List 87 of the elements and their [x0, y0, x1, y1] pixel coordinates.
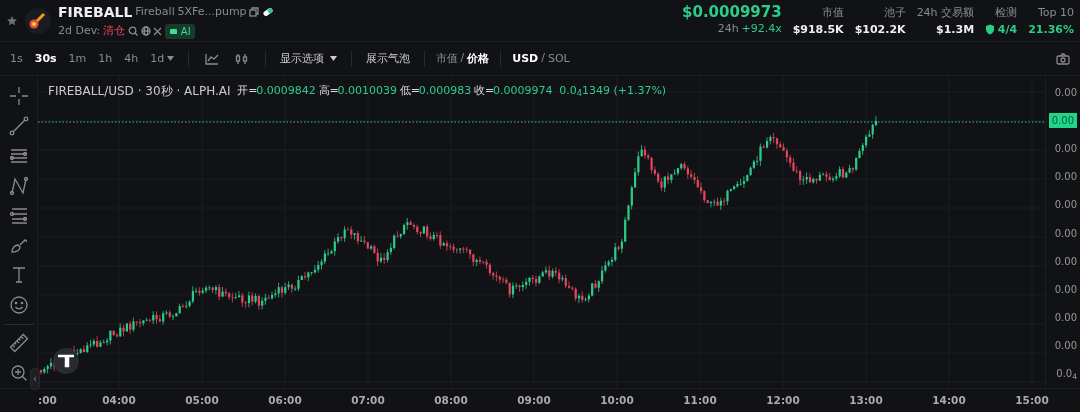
ohlc-value: 0.0009974: [492, 82, 553, 99]
pill-icon: [262, 7, 275, 18]
dev-status: 清仓: [103, 22, 126, 39]
change-label: 24h: [717, 21, 739, 37]
token-symbol: FIREBALL: [58, 2, 133, 22]
bubbles-button[interactable]: 展示气泡: [359, 49, 416, 68]
stat-label: 市值: [821, 5, 844, 21]
interval-tab[interactable]: 1m: [62, 49, 93, 68]
stat-label: 24h 交易额: [916, 5, 975, 21]
globe-icon[interactable]: [140, 26, 151, 36]
time-tick: 07:00: [351, 393, 385, 406]
price-tick: 0.00: [1054, 198, 1077, 213]
time-tick: 12:00: [766, 393, 800, 406]
chart-title: FIREBALL/USD · 30秒 · ALPH.AI: [48, 83, 231, 100]
indicator-icon[interactable]: [205, 52, 219, 65]
ohlc-value: 0.0010039: [337, 82, 397, 99]
time-tick: :00: [38, 393, 57, 406]
interval-tab[interactable]: 1d: [144, 49, 180, 68]
search-icon[interactable]: [127, 26, 138, 36]
display-options-dropdown[interactable]: 显示选项: [274, 49, 343, 68]
stat-value: $1.3M: [936, 21, 975, 38]
current-price-tag: 0.00: [1048, 112, 1077, 128]
caret-icon: [329, 56, 337, 61]
stat-label: 检测: [995, 5, 1018, 21]
price-change: +92.4x: [741, 21, 782, 37]
logo-icon: [53, 348, 79, 374]
emoji-icon[interactable]: [8, 294, 29, 315]
time-tick: 09:00: [517, 393, 551, 406]
time-tick: 06:00: [268, 393, 302, 406]
ohlc-label: 开=: [237, 82, 258, 99]
collapse-button[interactable]: ‹: [30, 368, 40, 390]
crosshair-icon[interactable]: [8, 86, 29, 107]
price-tick: 0.00: [1054, 141, 1077, 156]
price-tick: 0.00: [1054, 311, 1077, 326]
interval-tab[interactable]: 30s: [28, 49, 63, 68]
time-tick: 04:00: [102, 393, 136, 406]
price-tick: 0.00: [1054, 282, 1077, 297]
stat-value: $102.2K: [854, 21, 906, 38]
toggle-separator: /: [460, 50, 465, 67]
pattern-icon[interactable]: [8, 175, 29, 196]
fib-icon[interactable]: [8, 205, 29, 226]
toggle-separator: /: [541, 50, 545, 67]
toggle-option[interactable]: 价格: [464, 49, 493, 68]
stat-value: 4/4: [997, 21, 1018, 38]
token-name: Fireball: [135, 4, 175, 20]
ai-badge[interactable]: AI: [165, 23, 195, 39]
logo-icon: [24, 6, 52, 35]
x-icon[interactable]: [153, 26, 163, 36]
copy-icon[interactable]: [249, 7, 260, 18]
time-tick: 10:00: [600, 393, 634, 406]
price-tick: 0.00: [1054, 339, 1077, 354]
interval-tab[interactable]: 4h: [118, 49, 145, 68]
price-tick: 0.00: [1054, 85, 1077, 100]
time-tick: 11:00: [683, 393, 717, 406]
time-tick: 05:00: [185, 393, 219, 406]
ruler-icon[interactable]: [8, 333, 29, 354]
time-tick: 13:00: [849, 393, 883, 406]
interval-tab[interactable]: 1s: [4, 49, 29, 68]
stat-value: $918.5K: [792, 21, 844, 38]
caret-icon: [167, 56, 174, 61]
price-tick: 0.0$_{4}$: [1056, 367, 1077, 382]
time-tick: 08:00: [434, 393, 468, 406]
toggle-option[interactable]: 市值: [432, 49, 461, 68]
camera-icon[interactable]: [1056, 52, 1070, 65]
time-tick: 15:00: [1015, 393, 1049, 406]
dev-label: 2d Dev:: [58, 22, 101, 39]
trend-line-icon[interactable]: [8, 116, 29, 137]
ohlc-label: 低=: [399, 82, 420, 99]
ohlc-label: 高=: [318, 82, 339, 99]
price-tick: 0.00: [1054, 254, 1077, 269]
price-change-value: 0.0$_{4}$1349 (+1.37%): [559, 82, 667, 100]
stat-label: Top 10: [1037, 5, 1074, 21]
candle-type-icon[interactable]: [235, 52, 249, 65]
ohlc-value: 0.0009842: [256, 82, 316, 99]
toggle-option[interactable]: SOL: [544, 49, 573, 68]
star-icon[interactable]: [6, 14, 18, 27]
time-tick: 14:00: [932, 393, 966, 406]
token-price: $0.0009973: [682, 3, 782, 21]
interval-tab[interactable]: 1h: [92, 49, 119, 68]
stat-value: 21.36%: [1028, 21, 1074, 38]
price-tick: 0.00: [1054, 226, 1077, 241]
stat-label: 池子: [883, 5, 906, 21]
toggle-option[interactable]: USD: [509, 49, 542, 68]
ohlc-value: 0.000983: [418, 82, 472, 99]
shield-icon: [985, 24, 996, 36]
price-tick: 0.00: [1054, 170, 1077, 185]
token-address[interactable]: 5XFe...pump: [177, 4, 247, 21]
